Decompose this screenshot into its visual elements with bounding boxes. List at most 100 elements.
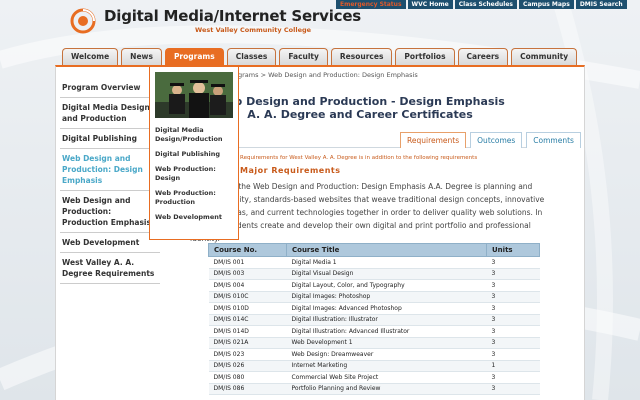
dropdown-item-digital-publishing[interactable]: Digital Publishing bbox=[155, 147, 237, 162]
nav-tab-programs[interactable]: Programs bbox=[164, 48, 224, 65]
nav-tab-news[interactable]: News bbox=[121, 48, 162, 65]
table-row: DM/IS 014D Digital Illustration: Advanced… bbox=[208, 325, 540, 338]
table-row: DM/IS 026 Internet Marketing 1 bbox=[208, 360, 540, 372]
cell-course-title: Web Development 1 bbox=[286, 337, 487, 349]
cell-units: 3 bbox=[486, 325, 540, 338]
dropdown-item-digital-media[interactable]: Digital Media Design/Production bbox=[155, 123, 237, 147]
tab-requirements[interactable]: Requirements bbox=[400, 132, 467, 148]
nav-tab-portfolios[interactable]: Portfolios bbox=[395, 48, 455, 65]
main-nav: Welcome News Programs Classes Faculty Re… bbox=[62, 48, 578, 65]
table-row: DM/IS 004 Digital Layout, Color, and Typo… bbox=[208, 279, 540, 292]
table-header-row: Course No. Course Title Units bbox=[208, 243, 540, 257]
cell-course-title: Digital Illustration: Advanced Illustrat… bbox=[286, 325, 487, 338]
cell-course-no: DM/IS 021A bbox=[208, 337, 287, 349]
column-header-course-title: Course Title bbox=[286, 243, 487, 257]
cell-course-title: Digital Images: Advanced Photoshop bbox=[286, 302, 487, 315]
cell-units: 3 bbox=[486, 302, 540, 315]
course-table-body: DM/IS 001 Digital Media 1 3 DM/IS 003 Digita… bbox=[208, 256, 540, 395]
cell-course-title: Digital Images: Photoshop bbox=[286, 291, 487, 303]
sidebar-item-program-overview[interactable]: Program Overview bbox=[60, 78, 160, 98]
cell-units: 3 bbox=[486, 371, 540, 384]
cell-course-no: DM/IS 014C bbox=[208, 314, 287, 326]
nav-tab-faculty[interactable]: Faculty bbox=[279, 48, 328, 65]
table-row: DM/IS 021A Web Development 13 bbox=[208, 337, 540, 349]
sidebar-item-aa-degree-requirements[interactable]: West Valley A. A. Degree Requirements bbox=[60, 253, 160, 284]
column-header-course-no: Course No. bbox=[208, 243, 287, 257]
cell-units: 3 bbox=[486, 314, 540, 326]
table-row: DM/IS 086 Portfolio Planning and Review 3 bbox=[208, 383, 540, 395]
site-header: Digital Media/Internet Services West Val… bbox=[0, 0, 640, 48]
cell-course-no: DM/IS 001 bbox=[208, 256, 287, 269]
content-tabs: Requirements Outcomes Comments bbox=[400, 132, 581, 148]
requirements-note: Requirements for West Valley A. A. Degre… bbox=[240, 155, 478, 161]
cell-course-title: Web Design: Dreamweaver bbox=[286, 348, 487, 361]
sidebar-item-digital-media-design[interactable]: Digital Media Design and Production bbox=[60, 98, 160, 129]
page-title: Web Design and Production - Design Empha… bbox=[200, 95, 520, 121]
table-row: DM/IS 014C Digital Illustration: Illustra… bbox=[208, 314, 540, 326]
site-subtitle: West Valley Community College bbox=[195, 26, 312, 34]
nav-tab-welcome[interactable]: Welcome bbox=[62, 48, 119, 65]
sidebar-item-web-design-design-emphasis[interactable]: Web Design and Production: Design Emphas… bbox=[60, 149, 160, 191]
top-link-emergency-status[interactable]: Emergency Status bbox=[336, 0, 406, 9]
nav-tab-classes[interactable]: Classes bbox=[226, 48, 277, 65]
top-link-dmis-search[interactable]: DMIS Search bbox=[575, 0, 627, 9]
table-row: DM/IS 023 Web Design: Dreamweaver 3 bbox=[208, 348, 540, 361]
table-row: DM/IS 001 Digital Media 13 bbox=[208, 256, 540, 269]
table-row: DM/IS 003 Digital Visual Design 3 bbox=[208, 268, 540, 280]
page-title-line2: A. A. Degree and Career Certificates bbox=[247, 108, 473, 121]
top-link-campus-maps[interactable]: Campus Maps bbox=[518, 0, 574, 9]
sidebar: Program Overview Digital Media Design an… bbox=[60, 78, 160, 284]
sidebar-item-web-design-production-emphasis[interactable]: Web Design and Production: Production Em… bbox=[60, 191, 160, 233]
cell-course-title: Commercial Web Site Project bbox=[286, 371, 487, 384]
cell-course-title: Internet Marketing bbox=[286, 360, 487, 372]
cell-course-no: DM/IS 004 bbox=[208, 279, 287, 292]
cell-units: 3 bbox=[486, 268, 540, 280]
dropdown-item-web-production-production[interactable]: Web Production: Production bbox=[155, 186, 237, 210]
top-link-wvc-home[interactable]: WVC Home bbox=[407, 0, 453, 9]
programs-dropdown-menu: Digital Media Design/Production Digital … bbox=[149, 66, 239, 240]
dropdown-item-web-production-design[interactable]: Web Production: Design bbox=[155, 162, 237, 186]
cell-units: 3 bbox=[486, 256, 540, 269]
nav-tab-resources[interactable]: Resources bbox=[330, 48, 393, 65]
sidebar-item-digital-publishing[interactable]: Digital Publishing bbox=[60, 129, 160, 149]
sidebar-item-web-development[interactable]: Web Development bbox=[60, 233, 160, 253]
tab-comments[interactable]: Comments bbox=[526, 132, 581, 148]
cell-course-title: Digital Visual Design bbox=[286, 268, 487, 280]
cell-units: 3 bbox=[486, 337, 540, 349]
cell-units: 3 bbox=[486, 348, 540, 361]
graduates-photo bbox=[155, 72, 233, 118]
table-row: DM/IS 010C Digital Images: Photoshop 3 bbox=[208, 291, 540, 303]
cell-course-title: Digital Illustration: Illustrator bbox=[286, 314, 487, 326]
cell-course-title: Digital Media 1 bbox=[286, 256, 487, 269]
logo-icon[interactable] bbox=[70, 8, 96, 34]
cell-units: 3 bbox=[486, 279, 540, 292]
cell-course-no: DM/IS 080 bbox=[208, 371, 287, 384]
program-description: The focus of the Web Design and Producti… bbox=[190, 182, 545, 243]
cell-course-no: DM/IS 026 bbox=[208, 360, 287, 372]
cell-units: 3 bbox=[486, 383, 540, 395]
dropdown-item-web-development[interactable]: Web Development bbox=[155, 210, 237, 225]
cell-course-no: DM/IS 023 bbox=[208, 348, 287, 361]
cell-course-no: DM/IS 003 bbox=[208, 268, 287, 280]
cell-course-no: DM/IS 014D bbox=[208, 325, 287, 338]
dropdown-items: Digital Media Design/Production Digital … bbox=[155, 123, 237, 225]
site-title[interactable]: Digital Media/Internet Services bbox=[104, 7, 361, 25]
top-links-bar: Emergency Status WVC Home Class Schedule… bbox=[336, 0, 627, 9]
tab-outcomes[interactable]: Outcomes bbox=[470, 132, 523, 148]
nav-tab-careers[interactable]: Careers bbox=[457, 48, 509, 65]
requirements-heading: Major Requirements bbox=[240, 166, 341, 175]
nav-tab-community[interactable]: Community bbox=[511, 48, 578, 65]
cell-course-no: DM/IS 010C bbox=[208, 291, 287, 303]
page-title-line1: Web Design and Production - Design Empha… bbox=[215, 95, 505, 108]
cell-units: 1 bbox=[486, 360, 540, 372]
cell-course-no: DM/IS 086 bbox=[208, 383, 287, 395]
table-row: DM/IS 080 Commercial Web Site Project 3 bbox=[208, 371, 540, 384]
cell-course-title: Digital Layout, Color, and Typography bbox=[286, 279, 487, 292]
breadcrumb[interactable]: grams > Web Design and Production: Desig… bbox=[238, 71, 418, 79]
top-link-class-schedules[interactable]: Class Schedules bbox=[454, 0, 517, 9]
cell-units: 3 bbox=[486, 291, 540, 303]
cell-course-no: DM/IS 010D bbox=[208, 302, 287, 315]
table-row: DM/IS 010D Digital Images: Advanced Photo… bbox=[208, 302, 540, 315]
course-table: Course No. Course Title Units DM/IS 001 D… bbox=[208, 243, 540, 395]
column-header-units: Units bbox=[486, 243, 540, 257]
